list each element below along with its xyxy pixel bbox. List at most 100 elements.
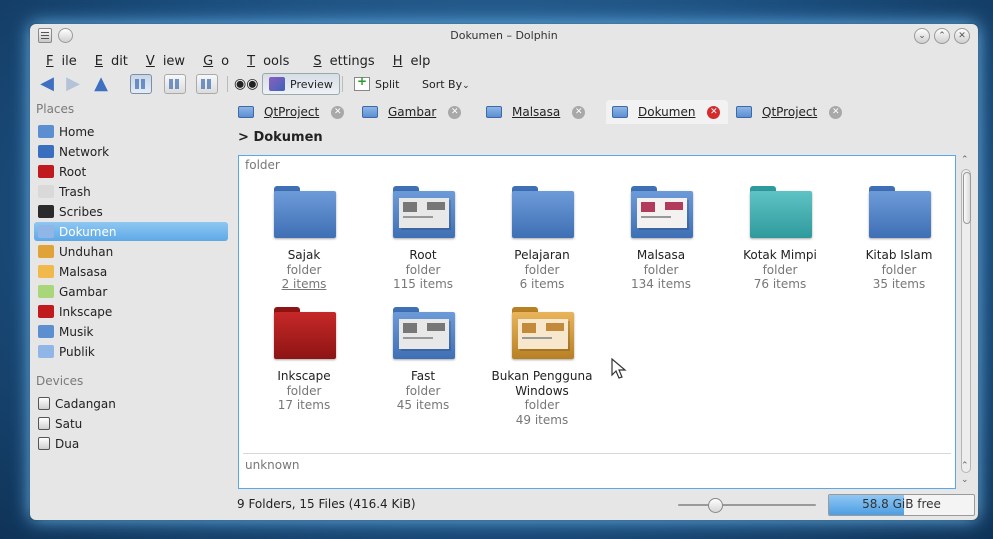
- sidebar-item-label: Musik: [59, 324, 94, 339]
- columns-view-button[interactable]: [196, 74, 218, 94]
- folder-type: folder: [286, 383, 322, 398]
- window-title: Dokumen – Dolphin: [450, 29, 558, 42]
- folder-name: Pelajaran: [514, 248, 570, 262]
- folder-type: folder: [762, 262, 798, 277]
- status-bar: 9 Folders, 15 Files (416.4 KiB) 58.8 GiB…: [30, 492, 978, 518]
- group-header-unknown: unknown: [245, 458, 300, 472]
- tab-dokumen[interactable]: Dokumen ✕: [606, 100, 728, 124]
- menubar: File Edit View Go Tools Settings Help: [30, 48, 978, 70]
- minimize-icon[interactable]: ⌄: [914, 28, 930, 44]
- breadcrumb[interactable]: > Dokumen: [238, 130, 323, 145]
- menu-help[interactable]: Help: [385, 51, 431, 69]
- sidebar-device-satu[interactable]: Satu: [34, 414, 228, 433]
- menu-go[interactable]: Go: [195, 51, 229, 69]
- details-view-button[interactable]: [164, 74, 186, 94]
- titlebar[interactable]: Dokumen – Dolphin ⌄ ⌃ ✕: [30, 24, 978, 48]
- menu-edit[interactable]: Edit: [87, 51, 128, 69]
- preview-button[interactable]: Preview: [262, 73, 340, 95]
- free-space-label: 58.8 GiB free: [862, 497, 941, 511]
- folder-icon: [393, 307, 455, 359]
- tab-gambar[interactable]: Gambar ✕: [356, 100, 478, 124]
- menu-settings[interactable]: Settings: [305, 51, 374, 69]
- folder-icon: [631, 186, 693, 238]
- menu-file[interactable]: File: [38, 51, 77, 69]
- file-view[interactable]: folder unknown Sajak folder 2 items Root fol…: [238, 155, 956, 489]
- icons-view-button[interactable]: [130, 74, 152, 94]
- folder-name: Kotak Mimpi: [743, 248, 817, 262]
- vertical-scrollbar[interactable]: ⌃ ⌃ ⌄: [958, 155, 974, 489]
- maximize-icon[interactable]: ⌃: [934, 28, 950, 44]
- sidebar-item-dokumen[interactable]: Dokumen: [34, 222, 228, 241]
- forward-arrow-icon[interactable]: ▶: [62, 72, 84, 94]
- folder-name: Malsasa: [636, 248, 686, 262]
- sidebar-item-home[interactable]: Home: [34, 122, 228, 141]
- scroll-up-icon[interactable]: ⌃: [961, 461, 969, 471]
- sidebar-item-inkscape[interactable]: Inkscape: [34, 302, 228, 321]
- tab-qtproject[interactable]: QtProject ✕: [232, 100, 354, 124]
- folder-icon: [274, 186, 336, 238]
- tab-label: Gambar: [388, 105, 437, 119]
- sidebar-item-malsasa[interactable]: Malsasa: [34, 262, 228, 281]
- details-view-icon: [169, 79, 181, 89]
- sidebar-device-dua[interactable]: Dua: [34, 434, 228, 453]
- sidebar-item-root[interactable]: Root: [34, 162, 228, 181]
- zoom-slider[interactable]: [678, 504, 816, 506]
- folder-item-count: 115 items: [392, 277, 454, 291]
- sidebar-item-unduhan[interactable]: Unduhan: [34, 242, 228, 261]
- tab-close-icon[interactable]: ✕: [331, 105, 345, 119]
- folder-item[interactable]: Sajak folder 2 items: [244, 186, 364, 292]
- tab-close-icon[interactable]: ✕: [448, 105, 462, 119]
- folder-item[interactable]: Malsasa folder 134 items: [601, 186, 721, 292]
- folder-icon: [750, 186, 812, 238]
- columns-view-icon: [201, 79, 213, 89]
- menu-view[interactable]: View: [138, 51, 185, 69]
- dolphin-window: Dokumen – Dolphin ⌄ ⌃ ✕ File Edit View Go To…: [30, 24, 978, 520]
- drive-icon: [38, 397, 50, 410]
- close-icon[interactable]: ✕: [954, 28, 970, 44]
- sort-by-button[interactable]: Sort By⌄: [416, 78, 476, 91]
- sidebar-item-trash[interactable]: Trash: [34, 182, 228, 201]
- folder-icon: [612, 106, 628, 118]
- sidebar-item-musik[interactable]: Musik: [34, 322, 228, 341]
- scroll-up-icon[interactable]: ⌃: [961, 155, 969, 165]
- sidebar-item-label: Publik: [59, 344, 95, 359]
- folder-item[interactable]: Bukan Pengguna Windows folder 49 items: [482, 307, 602, 427]
- folder-name: Kitab Islam: [865, 248, 933, 262]
- folder-item[interactable]: Root folder 115 items: [363, 186, 483, 292]
- folder-item[interactable]: Inkscape folder 17 items: [244, 307, 364, 413]
- zoom-slider-handle[interactable]: [708, 498, 724, 513]
- group-header-folder: folder: [245, 158, 280, 172]
- menu-tools[interactable]: Tools: [239, 51, 289, 69]
- back-arrow-icon[interactable]: ◀: [36, 72, 58, 94]
- tab-close-icon[interactable]: ✕: [707, 105, 721, 119]
- sidebar-device-cadangan[interactable]: Cadangan: [34, 394, 228, 413]
- tab-malsasa[interactable]: Malsasa ✕: [480, 100, 604, 124]
- sidebar-item-gambar[interactable]: Gambar: [34, 282, 228, 301]
- tab-close-icon[interactable]: ✕: [829, 105, 843, 119]
- sidebar-item-network[interactable]: Network: [34, 142, 228, 161]
- tab-close-icon[interactable]: ✕: [572, 105, 586, 119]
- sidebar-item-label: Scribes: [59, 204, 103, 219]
- scroll-down-icon[interactable]: ⌄: [961, 475, 969, 485]
- scroll-thumb[interactable]: [963, 172, 971, 224]
- folder-item[interactable]: Kitab Islam folder 35 items: [839, 186, 959, 292]
- folder-item[interactable]: Kotak Mimpi folder 76 items: [720, 186, 840, 292]
- music-folder-icon: [38, 325, 54, 338]
- places-panel: Places Home Network Root Trash Scribes Dokume…: [30, 98, 230, 496]
- folder-item[interactable]: Pelajaran folder 6 items: [482, 186, 602, 292]
- up-arrow-icon[interactable]: ▲: [90, 72, 112, 94]
- sidebar-item-scribes[interactable]: Scribes: [34, 202, 228, 221]
- free-space-indicator: 58.8 GiB free: [828, 494, 975, 516]
- sidebar-item-label: Network: [59, 144, 110, 159]
- scribes-folder-icon: [38, 205, 54, 218]
- scroll-track[interactable]: [961, 169, 971, 473]
- folder-type: folder: [524, 262, 560, 277]
- sidebar-item-publik[interactable]: Publik: [34, 342, 228, 361]
- find-binoculars-icon[interactable]: ◉◉: [234, 76, 258, 92]
- tab-qtproject[interactable]: QtProject ✕: [730, 100, 850, 124]
- split-button[interactable]: Split: [348, 74, 405, 91]
- folder-item[interactable]: Fast folder 45 items: [363, 307, 483, 413]
- breadcrumb-current[interactable]: Dokumen: [253, 130, 322, 145]
- drive-icon: [38, 437, 50, 450]
- folder-preview-thumbnail: [518, 319, 568, 349]
